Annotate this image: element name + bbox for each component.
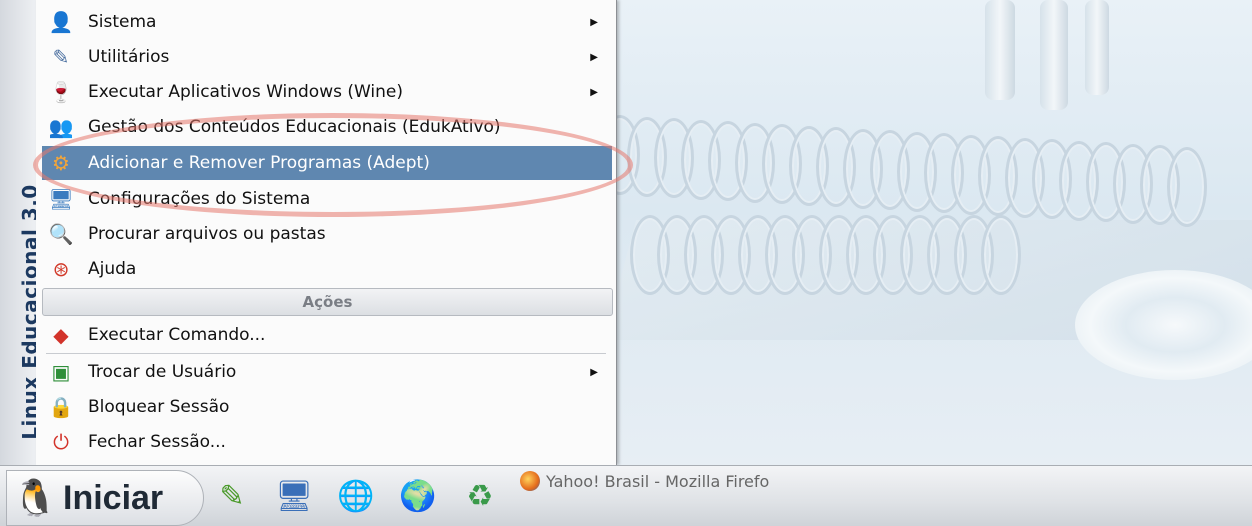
system-icon: 👤 [48,10,74,34]
menu-separator [46,353,606,354]
wallpaper-disc [1075,270,1252,380]
browser-globe-icon[interactable]: 🌍 [396,474,440,518]
help-icon: ⊛ [52,257,70,281]
paint-icon[interactable]: ✎ [210,474,254,518]
taskbar-window-title: Yahoo! Brasil - Mozilla Firefo [546,471,770,491]
submenu-arrow-icon: ▶ [590,366,598,378]
start-logo-icon: 🐧 [12,478,58,519]
search-icon: 🔍 [48,222,74,246]
switch-user-icon: ▣ [51,360,71,384]
start-menu: 👤 Sistema ▶ ✎ Utilitários ▶ 🍷 Executar A… [36,0,617,465]
menu-item-procurar[interactable]: 🔍 Procurar arquivos ou pastas [42,217,612,251]
logout-icon: ⏻ [53,430,69,454]
menu-item-label: Procurar arquivos ou pastas [88,224,326,244]
highlight-oval [33,113,633,217]
submenu-arrow-icon: ▶ [590,86,598,98]
menu-item-sistema[interactable]: 👤 Sistema ▶ [42,5,612,39]
taskbar-window-firefox[interactable]: Yahoo! Brasil - Mozilla Firefo [520,468,820,494]
taskbar: 🐧 Iniciar ✎ 🖥 🌐 🌍 ♻ Yahoo! Brasil - Mozi… [0,465,1252,526]
start-button[interactable]: 🐧 Iniciar [6,470,204,526]
submenu-arrow-icon: ▶ [590,16,598,28]
menu-item-label: Executar Aplicativos Windows (Wine) [88,82,404,102]
menu-item-wine[interactable]: 🍷 Executar Aplicativos Windows (Wine) ▶ [42,75,612,109]
trash-icon[interactable]: ♻ [458,474,502,518]
utilities-icon: ✎ [52,45,70,69]
wallpaper-vase [1040,0,1068,110]
side-banner: Linux Educacional 3.0 [0,0,42,465]
menu-item-fechar-sessao[interactable]: ⏻ Fechar Sessão... [42,425,612,459]
menu-item-label: Executar Comando... [88,325,266,345]
start-button-label: Iniciar [63,478,164,517]
wallpaper-coil [1167,146,1207,227]
lock-icon: 🔒 [48,395,74,419]
wallpaper-coil [981,215,1021,295]
desktop-icon[interactable]: 🖥 [272,474,316,518]
menu-item-executar-comando[interactable]: ◆ Executar Comando... [42,318,612,352]
wallpaper-vase [985,0,1015,100]
menu-item-label: Utilitários [88,47,170,67]
menu-item-label: Sistema [88,12,157,32]
edukativo-icon: 👥 [48,115,74,139]
menu-item-utilitarios[interactable]: ✎ Utilitários ▶ [42,40,612,74]
menu-item-label: Trocar de Usuário [88,362,237,382]
wallpaper-vase [1085,0,1109,95]
run-command-icon: ◆ [53,323,69,347]
actions-section-header: Ações [42,288,613,316]
submenu-arrow-icon: ▶ [590,51,598,63]
menu-item-bloquear[interactable]: 🔒 Bloquear Sessão [42,390,612,424]
menu-item-label: Ajuda [88,259,137,279]
wine-icon: 🍷 [48,80,74,104]
firefox-icon [520,471,540,491]
menu-item-label: Bloquear Sessão [88,397,230,417]
network-icon[interactable]: 🌐 [334,474,378,518]
menu-item-label: Fechar Sessão... [88,432,226,452]
menu-item-ajuda[interactable]: ⊛ Ajuda [42,252,612,286]
menu-item-trocar-usuario[interactable]: ▣ Trocar de Usuário ▶ [42,355,612,389]
